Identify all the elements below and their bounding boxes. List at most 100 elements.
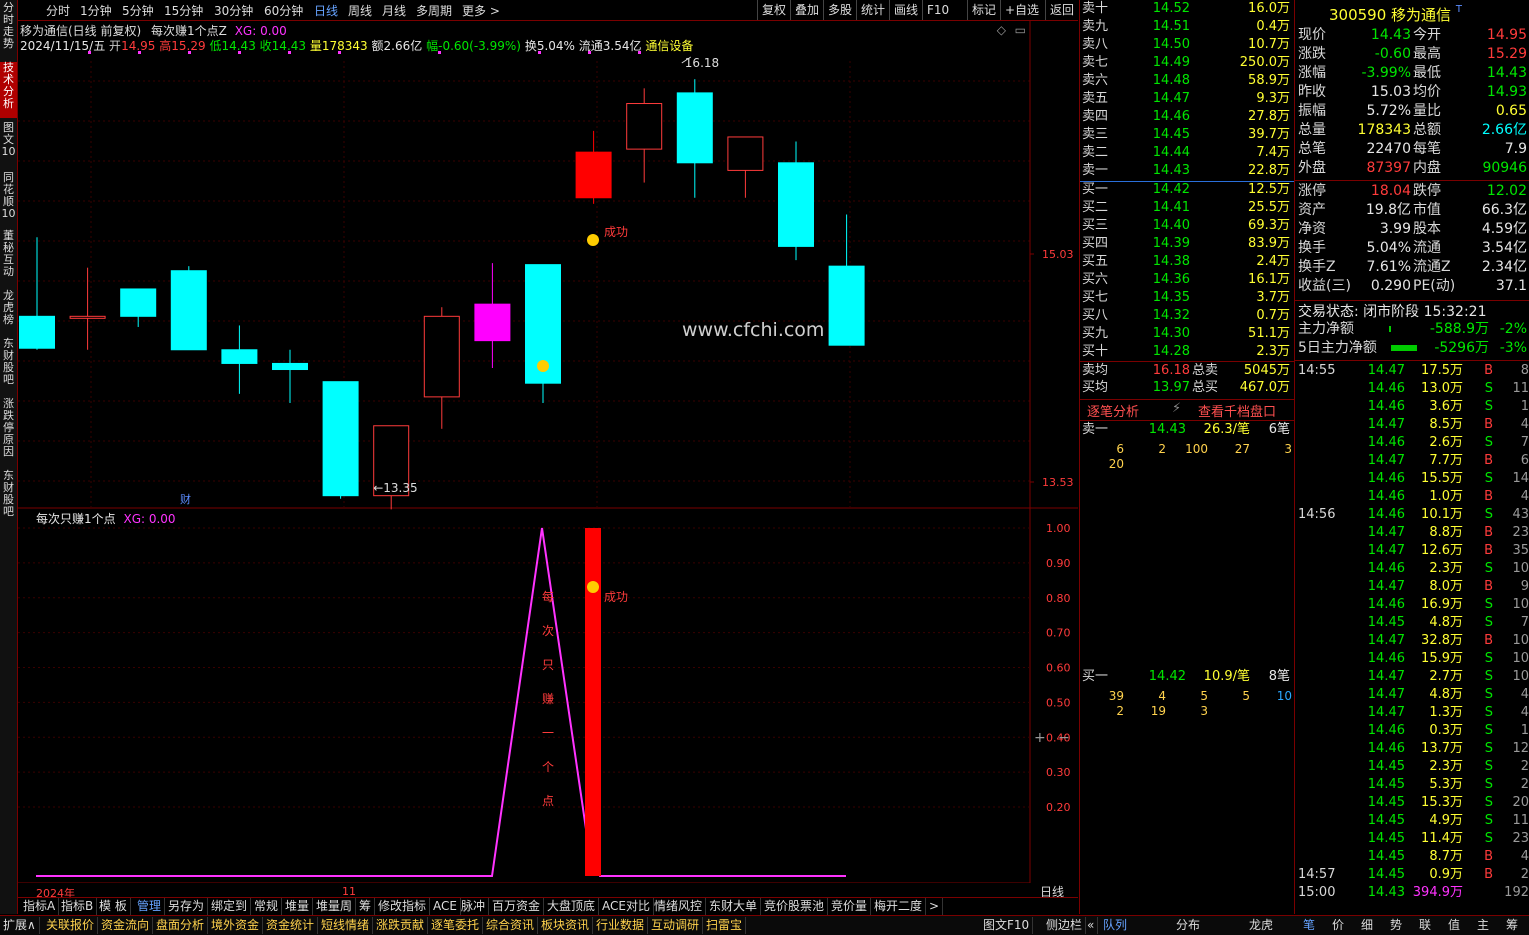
tick-row[interactable]: 14.46 2.6万 S 7 [1295, 434, 1529, 452]
ask-row-2[interactable]: 卖八 14.50 10.7万 [1080, 36, 1294, 54]
toolbar-button-8[interactable]: 返回 [1045, 0, 1078, 20]
indicator-tab-1[interactable]: 指标B [58, 898, 98, 915]
bid-row-1[interactable]: 买二 14.41 25.5万 [1080, 199, 1294, 217]
status-tab-1[interactable]: 关联报价 [43, 917, 99, 934]
toolbar-button-3[interactable]: 统计 [856, 0, 889, 20]
ask-row-0[interactable]: 卖十 14.52 16.0万 [1080, 0, 1294, 18]
status-tab-7[interactable]: 涨跌贡献 [373, 917, 429, 934]
bid-row-8[interactable]: 买九 14.30 51.1万 [1080, 325, 1294, 343]
status-tab-13[interactable]: 扫雷宝 [703, 917, 747, 934]
right-tab-6[interactable]: 主 [1474, 917, 1492, 934]
period-tab-3[interactable]: 15分钟 [164, 2, 203, 19]
status-tab-12[interactable]: 互动调研 [648, 917, 704, 934]
indicator-tab-0[interactable]: 指标A [20, 898, 60, 915]
indicator-tab-21[interactable]: > [926, 898, 944, 915]
ask-row-5[interactable]: 卖五 14.47 9.3万 [1080, 90, 1294, 108]
indicator-tab-7[interactable]: 堆量 [282, 898, 314, 915]
period-tab-9[interactable]: 多周期 [416, 2, 452, 19]
vtab-0[interactable]: 分时走势 [0, 2, 17, 58]
indicator-tab-16[interactable]: 情绪风控 [651, 898, 707, 915]
tick-row[interactable]: 14.46 15.9万 S 10 [1295, 650, 1529, 668]
tick-row[interactable]: 14.46 13.0万 S 11 [1295, 380, 1529, 398]
status-tab-8[interactable]: 逐笔委托 [428, 917, 484, 934]
tick-row[interactable]: 14:55 14.47 17.5万 B 8 [1295, 362, 1529, 380]
bid-row-6[interactable]: 买七 14.35 3.7万 [1080, 289, 1294, 307]
tick-row[interactable]: 14.47 8.0万 B 9 [1295, 578, 1529, 596]
ask-row-1[interactable]: 卖九 14.51 0.4万 [1080, 18, 1294, 36]
toolbar-button-2[interactable]: 多股 [823, 0, 856, 20]
right-tab-4[interactable]: 联 [1416, 917, 1434, 934]
status-right-2[interactable]: « [1084, 917, 1099, 934]
zoom-out-button[interactable]: − [1058, 730, 1070, 746]
indicator-tab-14[interactable]: 大盘顶底 [544, 898, 600, 915]
ask-row-7[interactable]: 卖三 14.45 39.7万 [1080, 126, 1294, 144]
toolbar-button-4[interactable]: 画线 [889, 0, 922, 20]
right-tab-3[interactable]: 势 [1387, 917, 1405, 934]
ask-row-9[interactable]: 卖一 14.43 22.8万 [1080, 162, 1294, 180]
tick-row[interactable]: 14.45 4.8万 S 7 [1295, 614, 1529, 632]
bid-row-0[interactable]: 买一 14.42 12.5万 [1080, 181, 1294, 199]
indicator-tab-17[interactable]: 东财大单 [706, 898, 762, 915]
vtab-5[interactable]: 龙虎榜 [0, 290, 17, 334]
tick-row[interactable]: 14.46 15.5万 S 14 [1295, 470, 1529, 488]
toolbar-button-1[interactable]: 叠加 [790, 0, 823, 20]
tick-row[interactable]: 14.45 11.4万 S 23 [1295, 830, 1529, 848]
indicator-tab-5[interactable]: 绑定到 [208, 898, 252, 915]
period-tab-5[interactable]: 60分钟 [264, 2, 303, 19]
tick-row[interactable]: 14.47 2.7万 S 10 [1295, 668, 1529, 686]
tick-row[interactable]: 14.46 16.9万 S 10 [1295, 596, 1529, 614]
vtab-1[interactable]: 技术分析 [0, 62, 17, 118]
kline-chart[interactable]: 15.03 13.53 16.18 ←13.35 成功 1.00 0.90 0.80 0.70 0… [18, 21, 1078, 883]
indicator-tab-12[interactable]: 脉冲 [458, 898, 490, 915]
status-tab-9[interactable]: 综合资讯 [483, 917, 539, 934]
mid-tab-1[interactable]: 分布 [1173, 917, 1203, 934]
sub-chart-title[interactable]: 每次只赚1个点 [36, 512, 116, 526]
period-tab-10[interactable]: 更多 > [462, 2, 500, 19]
lightning-icon[interactable]: ⚡ [1172, 401, 1181, 416]
status-tab-2[interactable]: 资金流向 [98, 917, 154, 934]
bid-row-2[interactable]: 买三 14.40 69.3万 [1080, 217, 1294, 235]
status-tab-5[interactable]: 资金统计 [263, 917, 319, 934]
right-tab-7[interactable]: 筹 [1503, 917, 1521, 934]
period-tab-6[interactable]: 日线 [314, 2, 338, 19]
status-tab-4[interactable]: 境外资金 [208, 917, 264, 934]
tick-row[interactable]: 14.46 0.3万 S 1 [1295, 722, 1529, 740]
indicator-tab-3[interactable]: 管理 [134, 898, 166, 915]
status-tab-3[interactable]: 盘面分析 [153, 917, 209, 934]
period-tab-4[interactable]: 30分钟 [214, 2, 253, 19]
tick-row[interactable]: 14.46 3.6万 S 1 [1295, 398, 1529, 416]
tick-analysis-link[interactable]: 逐笔分析 [1087, 401, 1139, 420]
vtab-8[interactable]: 东财股吧 [0, 470, 17, 518]
toolbar-button-7[interactable]: +自选 [1000, 0, 1045, 20]
period-tab-8[interactable]: 月线 [382, 2, 406, 19]
tick-row[interactable]: 14.47 12.6万 B 35 [1295, 542, 1529, 560]
tick-row[interactable]: 14.45 8.7万 B 4 [1295, 848, 1529, 866]
tick-row[interactable]: 14.47 8.8万 B 23 [1295, 524, 1529, 542]
vtab-3[interactable]: 同花顺10 [0, 172, 17, 226]
tick-row[interactable]: 14.46 1.0万 B 4 [1295, 488, 1529, 506]
vtab-6[interactable]: 东财股吧 [0, 338, 17, 394]
tick-row[interactable]: 14.45 15.3万 S 20 [1295, 794, 1529, 812]
tick-row[interactable]: 14:56 14.46 10.1万 S 43 [1295, 506, 1529, 524]
indicator-tab-6[interactable]: 常规 [251, 898, 283, 915]
tick-row[interactable]: 14.46 13.7万 S 12 [1295, 740, 1529, 758]
tick-row[interactable]: 15:00 14.43 394.9万 192 [1295, 884, 1529, 902]
indicator-tab-13[interactable]: 百万资金 [489, 898, 545, 915]
toolbar-button-6[interactable]: 标记 [967, 0, 1000, 20]
vtab-2[interactable]: 图文10 [0, 122, 17, 168]
ask-row-3[interactable]: 卖七 14.49 250.0万 [1080, 54, 1294, 72]
bid-row-4[interactable]: 买五 14.38 2.4万 [1080, 253, 1294, 271]
period-tab-0[interactable]: 分时 [46, 2, 70, 19]
period-tab-1[interactable]: 1分钟 [80, 2, 112, 19]
tick-row[interactable]: 14.45 4.9万 S 11 [1295, 812, 1529, 830]
ask-row-4[interactable]: 卖六 14.48 58.9万 [1080, 72, 1294, 90]
indicator-tab-9[interactable]: 筹 [356, 898, 376, 915]
bid-row-3[interactable]: 买四 14.39 83.9万 [1080, 235, 1294, 253]
fin-badge[interactable]: 财 [180, 491, 191, 507]
tick-row[interactable]: 14.45 5.3万 S 2 [1295, 776, 1529, 794]
vtab-7[interactable]: 涨跌停原因 [0, 398, 17, 466]
status-tab-0[interactable]: 扩展∧ [0, 917, 40, 934]
right-tab-5[interactable]: 值 [1445, 917, 1463, 934]
tick-row[interactable]: 14.47 4.8万 S 4 [1295, 686, 1529, 704]
status-tab-6[interactable]: 短线情绪 [318, 917, 374, 934]
